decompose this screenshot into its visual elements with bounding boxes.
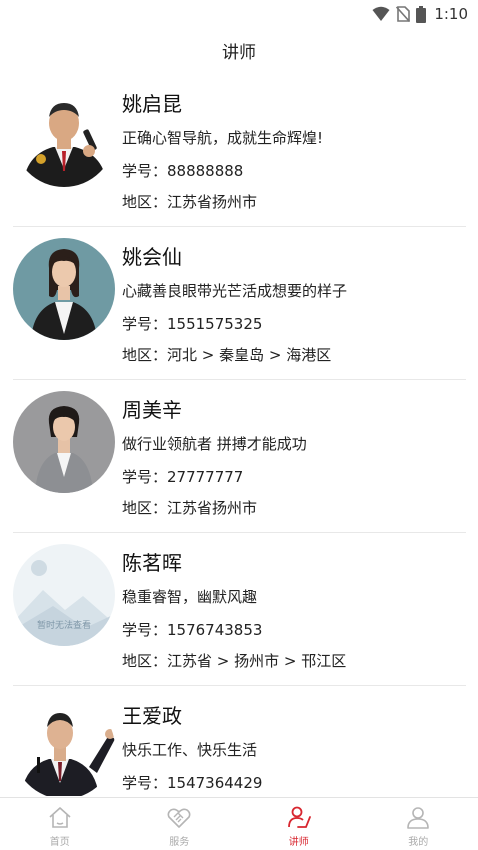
lecturer-student-id: 学号：27777777 (122, 468, 244, 486)
lecturer-list[interactable]: 姚启昆 正确心智导航，成就生命辉煌! 学号：88888888 地区：江苏省扬州市… (0, 74, 478, 796)
lecturer-name: 姚启昆 (122, 92, 182, 116)
tab-label: 我的 (408, 837, 429, 848)
lecturer-region: 地区：江苏省 > 扬州市 > 邗江区 (122, 652, 347, 670)
page-title: 讲师 (222, 42, 256, 63)
tab-mine[interactable]: 我的 (359, 798, 478, 850)
lecturer-name: 陈茗晖 (122, 551, 182, 575)
avatar-placeholder-text: 暂时无法查看 (37, 619, 91, 631)
lecturer-name: 姚会仙 (122, 245, 182, 269)
tab-label: 讲师 (288, 837, 309, 848)
lecturer-region: 地区：江苏省扬州市 (122, 499, 258, 517)
lecturer-motto: 正确心智导航，成就生命辉煌! (122, 129, 324, 147)
tab-service[interactable]: 服务 (120, 798, 240, 850)
wifi-icon (372, 6, 390, 21)
lecturer-card[interactable]: 王爱政 快乐工作、快乐生活 学号：1547364429 (0, 686, 478, 796)
no-sim-icon (396, 6, 411, 22)
lecturer-card[interactable]: 姚启昆 正确心智导航，成就生命辉煌! 学号：88888888 地区：江苏省扬州市 (0, 74, 478, 227)
lecturer-avatar (13, 238, 115, 340)
lecturer-student-id: 学号：1547364429 (122, 774, 263, 792)
lecturer-student-id: 学号：1551575325 (122, 315, 263, 333)
tab-lecturer[interactable]: 讲师 (239, 798, 359, 850)
lecturer-student-id: 学号：1576743853 (122, 621, 263, 639)
lecturer-card[interactable]: 暂时无法查看 陈茗晖 稳重睿智，幽默风趣 学号：1576743853 地区：江苏… (0, 533, 478, 686)
lecturer-motto: 做行业领航者 拼搏才能成功 (122, 435, 307, 453)
lecturer-motto: 心藏善良眼带光芒活成想要的样子 (122, 282, 348, 300)
lecturer-avatar (13, 697, 115, 796)
lecturer-student-id: 学号：88888888 (122, 162, 244, 180)
battery-icon (416, 5, 427, 23)
lecturer-avatar (13, 85, 115, 187)
handshake-icon (167, 808, 191, 828)
bottom-tab-bar: 首页 服务 讲师 我的 (0, 797, 478, 850)
title-bar: 讲师 (0, 30, 478, 70)
lecturer-avatar: 暂时无法查看 (13, 544, 115, 646)
lecturer-motto: 快乐工作、快乐生活 (122, 741, 258, 759)
lecturer-name: 王爱政 (122, 704, 182, 728)
status-bar: 1:10 (0, 0, 478, 28)
lecturer-card[interactable]: 周美辛 做行业领航者 拼搏才能成功 学号：27777777 地区：江苏省扬州市 (0, 380, 478, 533)
lecturer-name: 周美辛 (122, 398, 182, 422)
status-icons: 1:10 (372, 4, 468, 24)
lecturer-avatar (13, 391, 115, 493)
lecturer-region: 地区：江苏省扬州市 (122, 193, 258, 211)
status-time: 1:10 (434, 5, 468, 23)
home-icon (49, 807, 71, 828)
lecturer-card[interactable]: 姚会仙 心藏善良眼带光芒活成想要的样子 学号：1551575325 地区：河北 … (0, 227, 478, 380)
lecturer-icon (287, 806, 311, 828)
tab-home[interactable]: 首页 (0, 798, 120, 850)
user-icon (407, 807, 430, 829)
tab-label: 服务 (169, 837, 190, 848)
tab-label: 首页 (49, 837, 70, 848)
lecturer-region: 地区：河北 > 秦皇岛 > 海港区 (122, 346, 332, 364)
lecturer-motto: 稳重睿智，幽默风趣 (122, 588, 258, 606)
